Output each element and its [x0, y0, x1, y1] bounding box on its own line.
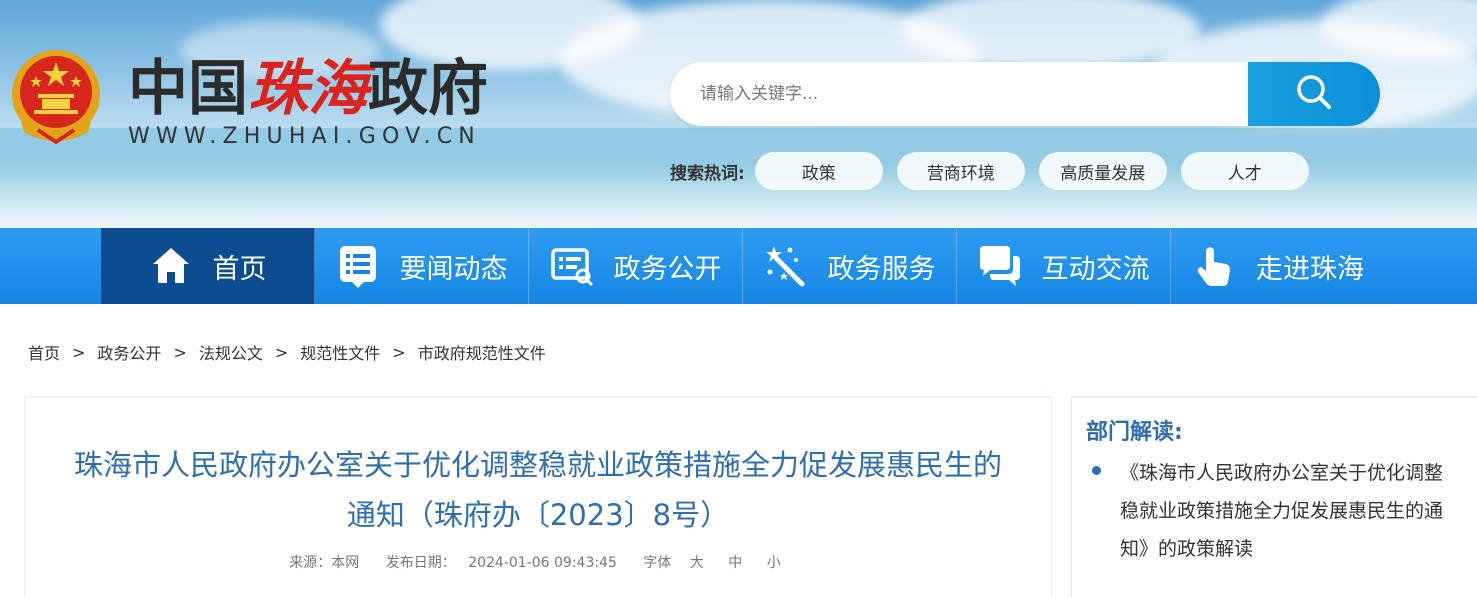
- nav-label: 政务服务: [827, 253, 936, 285]
- nav-item-about-zhuhai[interactable]: 走进珠海: [1171, 228, 1385, 304]
- department-interpretation-panel: 部门解读: 《珠海市人民政府办公室关于优化调整稳就业政策措施全力促发展惠民生的通…: [1071, 396, 1477, 597]
- bullet-icon: [1092, 466, 1101, 475]
- font-size-label: 字体: [643, 555, 672, 571]
- breadcrumb: 首页 > 政务公开 > 法规公文 > 规范性文件 > 市政府规范性文件: [28, 340, 546, 364]
- publish-date-value: 2024-01-06 09:43:45: [468, 555, 617, 571]
- breadcrumb-separator: >: [173, 342, 187, 362]
- breadcrumb-item[interactable]: 首页: [28, 340, 60, 364]
- nav-label: 走进珠海: [1256, 253, 1364, 285]
- hot-keywords: 搜索热词: 政策 营商环境 高质量发展 人才: [670, 152, 1323, 190]
- nav-item-interaction[interactable]: 互动交流: [957, 228, 1171, 304]
- nav-label: 政务公开: [613, 253, 722, 285]
- site-url: WWW.ZHUHAI.GOV.CN: [128, 124, 481, 149]
- breadcrumb-item[interactable]: 规范性文件: [300, 340, 380, 364]
- nav-item-public-affairs[interactable]: 政务公开: [529, 228, 743, 304]
- nav-label: 互动交流: [1041, 253, 1150, 285]
- site-header: 中国珠海政府 WWW.ZHUHAI.GOV.CN 搜索热词: 政策 营商环境 高…: [0, 0, 1477, 228]
- breadcrumb-item[interactable]: 市政府规范性文件: [418, 340, 546, 364]
- site-title-part: 政府: [368, 54, 488, 124]
- article-source: 来源：本网: [289, 555, 360, 571]
- nav-item-services[interactable]: 政务服务: [743, 228, 957, 304]
- hot-keyword-chip[interactable]: 政策: [754, 152, 883, 190]
- breadcrumb-separator: >: [392, 342, 406, 362]
- font-size-large-button[interactable]: 大: [690, 555, 704, 571]
- document-icon: [550, 244, 594, 288]
- search-button[interactable]: [1248, 62, 1380, 126]
- font-size-small-button[interactable]: 小: [767, 555, 781, 571]
- hot-keyword-chip[interactable]: 人才: [1180, 152, 1309, 190]
- breadcrumb-separator: >: [72, 342, 86, 362]
- search-box: [670, 62, 1380, 126]
- main-nav: 首页 要闻动态 政务公开 政务服务 互动交流 走进珠海: [0, 228, 1477, 304]
- font-size-medium-button[interactable]: 中: [728, 555, 742, 571]
- magic-wand-icon: [764, 244, 808, 288]
- chat-bubbles-icon: [978, 244, 1022, 288]
- breadcrumb-item[interactable]: 法规公文: [199, 340, 263, 364]
- search-icon: [1294, 72, 1334, 116]
- site-title-part: 中国: [128, 54, 248, 124]
- breadcrumb-item[interactable]: 政务公开: [97, 340, 161, 364]
- site-title-city: 珠海: [248, 54, 368, 124]
- nav-label: 首页: [212, 253, 267, 285]
- nav-item-news[interactable]: 要闻动态: [315, 228, 529, 304]
- site-title[interactable]: 中国珠海政府: [128, 56, 488, 122]
- hot-keyword-chip[interactable]: 营商环境: [896, 152, 1025, 190]
- nav-item-home[interactable]: 首页: [101, 228, 315, 304]
- breadcrumb-separator: >: [274, 342, 289, 362]
- hand-pointer-icon: [1192, 244, 1236, 288]
- national-emblem-icon[interactable]: [8, 46, 104, 146]
- hot-keywords-label: 搜索热词:: [670, 163, 745, 184]
- publish-date-label: 发布日期：: [385, 555, 456, 571]
- hot-keyword-chip[interactable]: 高质量发展: [1038, 152, 1167, 190]
- article-title-line: 通知（珠府办〔2023〕8号）: [346, 498, 730, 532]
- nav-label: 要闻动态: [399, 253, 508, 285]
- news-list-icon: [336, 244, 380, 288]
- home-icon: [149, 244, 193, 288]
- article-meta: 来源：本网 发布日期： 2024-01-06 09:43:45 字体 大 中 小: [0, 552, 1076, 572]
- article-title: 珠海市人民政府办公室关于优化调整稳就业政策措施全力促发展惠民生的 通知（珠府办〔…: [25, 440, 1051, 540]
- interpretation-link[interactable]: 《珠海市人民政府办公室关于优化调整稳就业政策措施全力促发展惠民生的通知》的政策解…: [1120, 454, 1460, 568]
- search-input[interactable]: [670, 62, 1248, 126]
- article-title-line: 珠海市人民政府办公室关于优化调整稳就业政策措施全力促发展惠民生的: [73, 448, 1002, 482]
- side-panel-title: 部门解读:: [1086, 420, 1183, 445]
